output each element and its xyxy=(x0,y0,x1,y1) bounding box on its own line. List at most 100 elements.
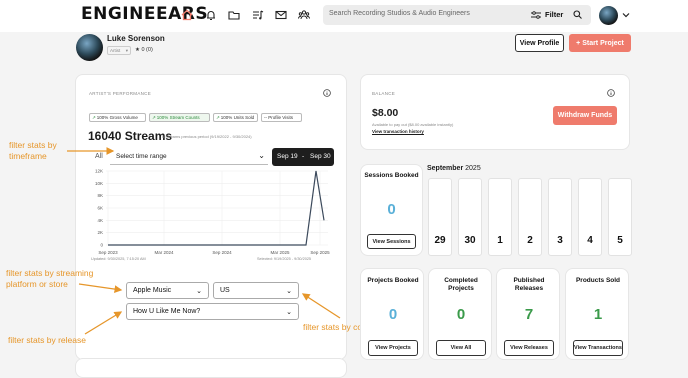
annotation-release: filter stats by release xyxy=(8,335,86,345)
date-range-picker[interactable]: Sep 19 - Sep 30 xyxy=(272,148,334,166)
chip-label: Stream Counts xyxy=(169,115,200,120)
folder-icon[interactable] xyxy=(228,9,240,21)
calendar-day[interactable]: 5 xyxy=(608,178,632,256)
streams-line-chart: 12K 10K 8K 6K 4K 2K 0 Sep 2023 Mar 2024 Sep 2024 M… xyxy=(95,169,330,256)
search-icon[interactable] xyxy=(573,10,582,19)
stat-title: Published Releases xyxy=(513,277,545,292)
stat-value: 1 xyxy=(593,306,603,323)
stat-title: Projects Booked xyxy=(367,277,419,284)
time-range-label: Select time range xyxy=(116,153,167,160)
role-select[interactable]: Artist ▾ xyxy=(107,46,131,55)
country-value: US xyxy=(220,287,230,294)
calendar-day[interactable]: 1 xyxy=(488,178,512,256)
annotation-line: filter stats by xyxy=(9,140,57,150)
calendar-day[interactable]: 29 xyxy=(428,178,452,256)
profile-avatar xyxy=(76,34,103,61)
performance-section-title: ARTIST'S PERFORMANCE xyxy=(89,91,152,96)
date-start[interactable]: Sep 19 xyxy=(277,153,298,160)
stat-title: Completed Projects xyxy=(444,277,478,292)
calendar-day-number: 5 xyxy=(617,235,623,246)
start-project-button[interactable]: + Start Project xyxy=(569,34,631,52)
calendar-day[interactable]: 30 xyxy=(458,178,482,256)
y-tick-label: 4K xyxy=(97,218,103,223)
calendar-month: September xyxy=(427,165,464,172)
info-icon[interactable] xyxy=(323,89,331,97)
calendar-day-number: 3 xyxy=(557,235,563,246)
x-tick-label: Sep 2025 xyxy=(310,250,330,255)
trend-up-icon: ↗ xyxy=(152,114,156,120)
role-caret-icon: ▾ xyxy=(125,48,128,53)
annotation-line: platform or store xyxy=(6,279,68,289)
trend-up-icon: ↗ xyxy=(92,114,96,120)
chip-value: 100% xyxy=(156,115,169,120)
chip-gross-volume[interactable]: ↗ 100% Gross Volume xyxy=(89,113,146,122)
chip-value: 100% xyxy=(96,115,109,120)
chip-profile-visits[interactable]: -- Profile Visits xyxy=(261,113,302,122)
music-list-icon[interactable] xyxy=(252,9,264,21)
date-separator: - xyxy=(302,153,305,160)
filter-sliders-icon[interactable] xyxy=(531,11,541,19)
y-tick-label: 0 xyxy=(100,243,103,248)
calendar-day[interactable]: 4 xyxy=(578,178,602,256)
date-end[interactable]: Sep 30 xyxy=(310,153,331,160)
x-tick-label: Mar 2024 xyxy=(154,250,174,255)
chip-units-sold[interactable]: ↗ 100% Units Sold xyxy=(213,113,258,122)
calendar-day-number: 2 xyxy=(527,235,533,246)
sessions-title: Sessions Booked xyxy=(364,172,419,179)
stat-title: Products Sold xyxy=(575,277,621,284)
stat-card: Projects Booked 0 View Projects xyxy=(360,268,424,360)
filter-button[interactable]: Filter xyxy=(545,10,563,19)
y-tick-label: 10K xyxy=(95,181,103,186)
calendar-day-number: 30 xyxy=(464,235,476,246)
top-nav-bar: ENGINEEARS Search Recording Studios & Au… xyxy=(0,0,688,32)
chip-label: Gross Volume xyxy=(109,115,138,120)
trend-up-icon: ↗ xyxy=(216,114,220,120)
calendar-day[interactable]: 2 xyxy=(518,178,542,256)
stat-card: Published Releases 7 View Releases xyxy=(496,268,560,360)
community-icon[interactable] xyxy=(298,9,310,21)
calendar-day[interactable]: 3 xyxy=(548,178,572,256)
role-label: Artist xyxy=(110,48,121,53)
stat-value: 0 xyxy=(388,306,398,323)
search-input[interactable]: Search Recording Studios & Audio Enginee… xyxy=(323,5,591,25)
release-select[interactable]: How U Like Me Now? ⌄ xyxy=(126,303,299,320)
profile-name: Luke Sorenson xyxy=(107,34,165,43)
selected-range-note: Selected: 9/19/2025 - 9/30/2025 xyxy=(257,257,312,261)
chip-stream-counts[interactable]: ↗ 100% Stream Counts xyxy=(149,113,210,122)
platform-select[interactable]: Apple Music ⌄ xyxy=(126,282,209,299)
transaction-history-link[interactable]: View transaction history xyxy=(372,129,424,134)
chip-label: Units Sold xyxy=(233,115,255,120)
chip-value: 100% xyxy=(220,115,233,120)
calendar-month-year: September 2025 xyxy=(427,165,481,172)
user-avatar[interactable] xyxy=(599,6,618,25)
view-sessions-button[interactable]: View Sessions xyxy=(367,234,416,249)
annotation-line: timeframe xyxy=(9,151,47,161)
stat-button[interactable]: View Transactions xyxy=(573,340,623,356)
stat-value: 7 xyxy=(524,306,534,323)
platform-value: Apple Music xyxy=(133,287,172,294)
y-tick-label: 6K xyxy=(97,206,103,211)
chevron-down-icon[interactable] xyxy=(622,12,630,18)
info-icon[interactable] xyxy=(607,89,615,97)
release-value: How U Like Me Now? xyxy=(133,308,201,315)
home-icon[interactable] xyxy=(181,9,193,21)
all-time-filter[interactable]: All xyxy=(95,153,103,160)
mail-icon[interactable] xyxy=(275,9,287,21)
withdraw-funds-button[interactable]: Withdraw Funds xyxy=(553,106,617,125)
chevron-down-icon: ⌄ xyxy=(196,288,202,295)
bell-icon[interactable] xyxy=(205,9,217,21)
stat-button[interactable]: View All xyxy=(436,340,486,356)
stat-button[interactable]: View Projects xyxy=(368,340,418,356)
time-range-select[interactable]: Select time range ⌄ xyxy=(110,148,268,165)
view-profile-button[interactable]: View Profile xyxy=(515,34,564,52)
rating-value: 0 (0) xyxy=(141,47,153,53)
chevron-down-icon: ⌄ xyxy=(258,151,265,160)
stat-card: Completed Projects 0 View All xyxy=(428,268,492,360)
annotation-line: filter stats by streaming xyxy=(6,268,94,278)
country-select[interactable]: US ⌄ xyxy=(213,282,299,299)
balance-available-note: Available to pay out ($8.00 available in… xyxy=(372,122,454,127)
stat-button[interactable]: View Releases xyxy=(504,340,554,356)
y-tick-label: 2K xyxy=(97,230,103,235)
streams-previous-note: 0 Streams previous period (9/19/2022 - 9… xyxy=(162,134,252,139)
annotation-timeframe: filter stats by timeframe xyxy=(9,140,57,162)
